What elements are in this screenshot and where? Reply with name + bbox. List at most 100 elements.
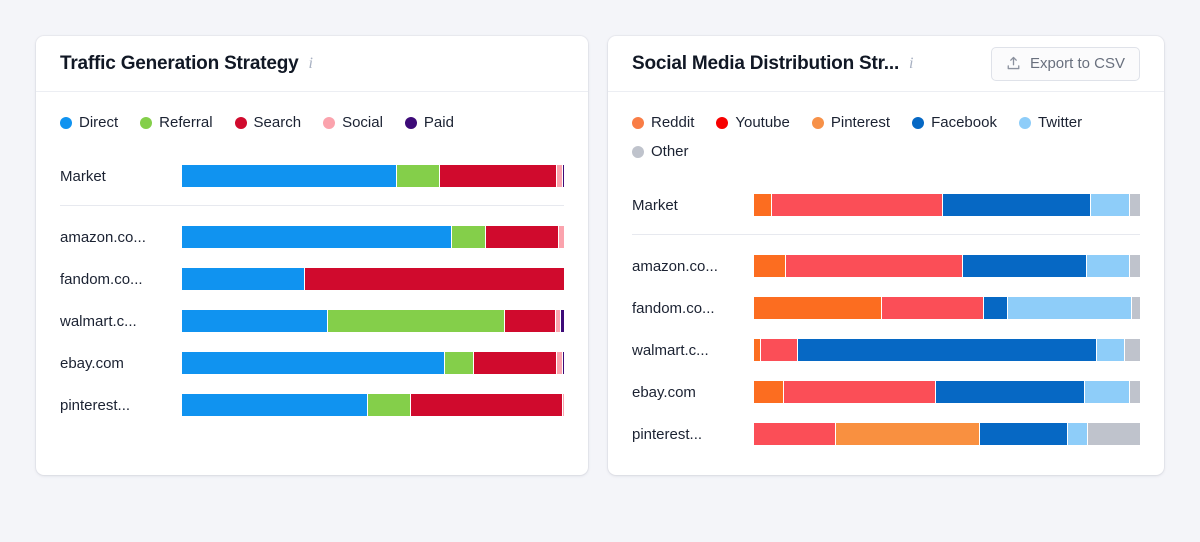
bar-segment-other[interactable]: [1124, 339, 1140, 361]
chart-row[interactable]: amazon.co...: [632, 245, 1140, 287]
bar-segment-direct[interactable]: [182, 352, 444, 374]
bar-segment-facebook[interactable]: [962, 255, 1087, 277]
traffic-generation-card: Traffic Generation Strategy i Direct Refe…: [36, 36, 588, 475]
bar-segment-youtube[interactable]: [754, 423, 836, 445]
bar-segment-direct[interactable]: [182, 165, 396, 187]
bar-segment-twitter[interactable]: [1067, 423, 1087, 445]
legend-item[interactable]: Search: [234, 114, 301, 131]
bar-segment-search[interactable]: [474, 352, 557, 374]
chart-row[interactable]: fandom.co...: [60, 258, 564, 300]
legend-color-dot: [716, 116, 729, 129]
stacked-bar[interactable]: [754, 255, 1140, 277]
bar-segment-facebook[interactable]: [943, 194, 1090, 216]
stacked-bar[interactable]: [182, 394, 564, 416]
legend-item[interactable]: Social: [323, 114, 383, 131]
bar-segment-youtube[interactable]: [772, 194, 943, 216]
bar-segment-paid[interactable]: [563, 352, 564, 374]
legend-item[interactable]: Other: [632, 143, 689, 160]
chart-row[interactable]: walmart.c...: [60, 300, 564, 342]
bar-segment-search[interactable]: [439, 165, 557, 187]
bar-segment-facebook[interactable]: [798, 339, 1096, 361]
bar-segment-other[interactable]: [1132, 297, 1140, 319]
bar-segment-paid[interactable]: [561, 310, 564, 332]
bar-segment-other[interactable]: [1130, 255, 1140, 277]
bar-segment-direct[interactable]: [182, 394, 368, 416]
bar-segment-reddit[interactable]: [754, 297, 882, 319]
legend-item[interactable]: Pinterest: [811, 114, 890, 131]
legend-label: Paid: [423, 114, 454, 131]
stacked-bar[interactable]: [754, 423, 1140, 445]
bar-segment-referral[interactable]: [444, 352, 474, 374]
bar-segment-youtube[interactable]: [785, 255, 962, 277]
chart-row[interactable]: ebay.com: [60, 342, 564, 384]
stacked-bar[interactable]: [754, 194, 1140, 216]
bar-segment-social[interactable]: [557, 352, 563, 374]
bar-segment-search[interactable]: [485, 226, 559, 248]
upload-icon: [1006, 56, 1021, 71]
stacked-bar[interactable]: [182, 310, 564, 332]
info-icon[interactable]: i: [309, 55, 313, 72]
legend-item[interactable]: Paid: [404, 114, 454, 131]
info-icon[interactable]: i: [909, 55, 913, 72]
bar-segment-referral[interactable]: [396, 165, 439, 187]
export-to-csv-button[interactable]: Export to CSV: [990, 46, 1140, 81]
legend-item[interactable]: Youtube: [716, 114, 790, 131]
stacked-bar[interactable]: [182, 268, 564, 290]
bar-segment-social[interactable]: [563, 394, 564, 416]
bar-segment-reddit[interactable]: [754, 339, 760, 361]
legend-item[interactable]: Twitter: [1018, 114, 1082, 131]
stacked-bar[interactable]: [754, 339, 1140, 361]
bar-segment-twitter[interactable]: [1007, 297, 1132, 319]
bar-segment-direct[interactable]: [182, 310, 328, 332]
bar-segment-search[interactable]: [305, 268, 564, 290]
chart-row[interactable]: pinterest...: [60, 384, 564, 426]
legend-item[interactable]: Reddit: [632, 114, 694, 131]
bar-segment-reddit[interactable]: [754, 194, 772, 216]
bar-segment-social[interactable]: [559, 226, 564, 248]
stacked-bar[interactable]: [182, 165, 564, 187]
bar-segment-youtube[interactable]: [784, 381, 936, 403]
bar-segment-facebook[interactable]: [936, 381, 1084, 403]
bar-segment-twitter[interactable]: [1090, 194, 1130, 216]
bar-segment-twitter[interactable]: [1096, 339, 1124, 361]
bar-segment-referral[interactable]: [328, 310, 504, 332]
bar-segment-facebook[interactable]: [983, 297, 1007, 319]
chart-row[interactable]: walmart.c...: [632, 329, 1140, 371]
bar-segment-direct[interactable]: [182, 226, 452, 248]
bar-segment-youtube[interactable]: [760, 339, 798, 361]
chart-row[interactable]: ebay.com: [632, 371, 1140, 413]
bar-segment-twitter[interactable]: [1087, 255, 1130, 277]
bar-segment-social[interactable]: [557, 165, 563, 187]
chart-row[interactable]: fandom.co...: [632, 287, 1140, 329]
stacked-bar[interactable]: [182, 352, 564, 374]
bar-segment-other[interactable]: [1130, 194, 1140, 216]
bar-segment-search[interactable]: [504, 310, 555, 332]
stacked-bar[interactable]: [182, 226, 564, 248]
bar-segment-other[interactable]: [1088, 423, 1140, 445]
legend-color-dot: [912, 116, 925, 129]
bar-segment-facebook[interactable]: [979, 423, 1067, 445]
bar-segment-search[interactable]: [411, 394, 563, 416]
bar-segment-social[interactable]: [555, 310, 561, 332]
legend-item[interactable]: Referral: [140, 114, 213, 131]
bar-segment-youtube[interactable]: [882, 297, 983, 319]
stacked-bar[interactable]: [754, 297, 1140, 319]
stacked-bar[interactable]: [754, 381, 1140, 403]
bar-segment-referral[interactable]: [368, 394, 411, 416]
bar-segment-referral[interactable]: [452, 226, 485, 248]
bar-segment-other[interactable]: [1130, 381, 1140, 403]
legend-item[interactable]: Facebook: [912, 114, 997, 131]
bar-segment-reddit[interactable]: [754, 381, 784, 403]
bar-segment-pinterest[interactable]: [836, 423, 979, 445]
bar-segment-paid[interactable]: [563, 165, 564, 187]
bar-segment-twitter[interactable]: [1084, 381, 1130, 403]
chart-row[interactable]: Market: [60, 155, 564, 197]
chart-row[interactable]: amazon.co...: [60, 216, 564, 258]
export-button-label: Export to CSV: [1029, 55, 1125, 72]
row-label: ebay.com: [60, 354, 124, 372]
legend-item[interactable]: Direct: [60, 114, 118, 131]
chart-row[interactable]: pinterest...: [632, 413, 1140, 455]
bar-segment-direct[interactable]: [182, 268, 305, 290]
bar-segment-reddit[interactable]: [754, 255, 785, 277]
chart-row[interactable]: Market: [632, 184, 1140, 226]
